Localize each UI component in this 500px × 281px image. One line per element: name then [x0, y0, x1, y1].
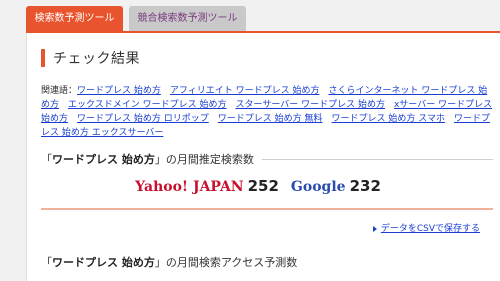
csv-link-label: データをCSVで保存する [380, 224, 480, 234]
keyword: ワードプレス 始め方 [52, 153, 155, 166]
heading-rule [261, 158, 493, 160]
heading-accent-bar [41, 49, 45, 67]
open-quote: 「 [41, 256, 52, 269]
related-link[interactable]: スターサーバー ワードプレス 始め方 [236, 100, 385, 110]
tab-search-volume-tool[interactable]: 検索数予測ツール [26, 6, 123, 31]
results-panel: チェック結果 関連語：ワードプレス 始め方 アフィリエイト ワードプレス 始め方… [26, 33, 500, 281]
related-link[interactable]: ワードプレス 始め方 ロリポップ [77, 114, 209, 124]
section-divider [41, 208, 493, 210]
volume-summary: Yahoo! JAPAN 252 Google 232 [27, 176, 500, 195]
related-link[interactable]: エックスドメイン ワードプレス 始め方 [68, 100, 226, 110]
monthly-volume-heading: 「ワードプレス 始め方」の月間推定検索数 [41, 151, 493, 167]
related-link[interactable]: アフィリエイト ワードプレス 始め方 [170, 86, 320, 96]
keyword: ワードプレス 始め方 [52, 256, 155, 269]
heading-suffix: の月間推定検索数 [165, 153, 254, 166]
close-quote: 」 [154, 153, 166, 166]
related-keywords: 関連語：ワードプレス 始め方 アフィリエイト ワードプレス 始め方 さくらインタ… [41, 84, 493, 140]
related-prefix: 関連語： [41, 86, 78, 96]
yahoo-label: Yahoo! JAPAN [135, 179, 244, 195]
heading-suffix: の月間検索アクセス予測数 [165, 256, 298, 269]
related-link[interactable]: ワードプレス 始め方 スマホ [332, 114, 445, 124]
arrow-right-icon [372, 225, 377, 232]
yahoo-volume: 252 [247, 177, 279, 195]
csv-download-link[interactable]: データをCSVで保存する [372, 221, 480, 234]
google-label: Google [290, 179, 346, 195]
access-estimate-heading: 「ワードプレス 始め方」の月間検索アクセス予測数 [41, 254, 297, 270]
open-quote: 「 [41, 153, 52, 166]
google-volume: 232 [349, 177, 381, 195]
close-quote: 」 [154, 256, 166, 269]
tab-bar: 検索数予測ツール 競合検索数予測ツール [0, 0, 500, 31]
related-link[interactable]: ワードプレス 始め方 無料 [218, 114, 323, 124]
related-link[interactable]: ワードプレス 始め方 [77, 86, 161, 96]
page-title: チェック結果 [53, 51, 140, 67]
tab-competitor-volume-tool[interactable]: 競合検索数予測ツール [129, 6, 246, 31]
